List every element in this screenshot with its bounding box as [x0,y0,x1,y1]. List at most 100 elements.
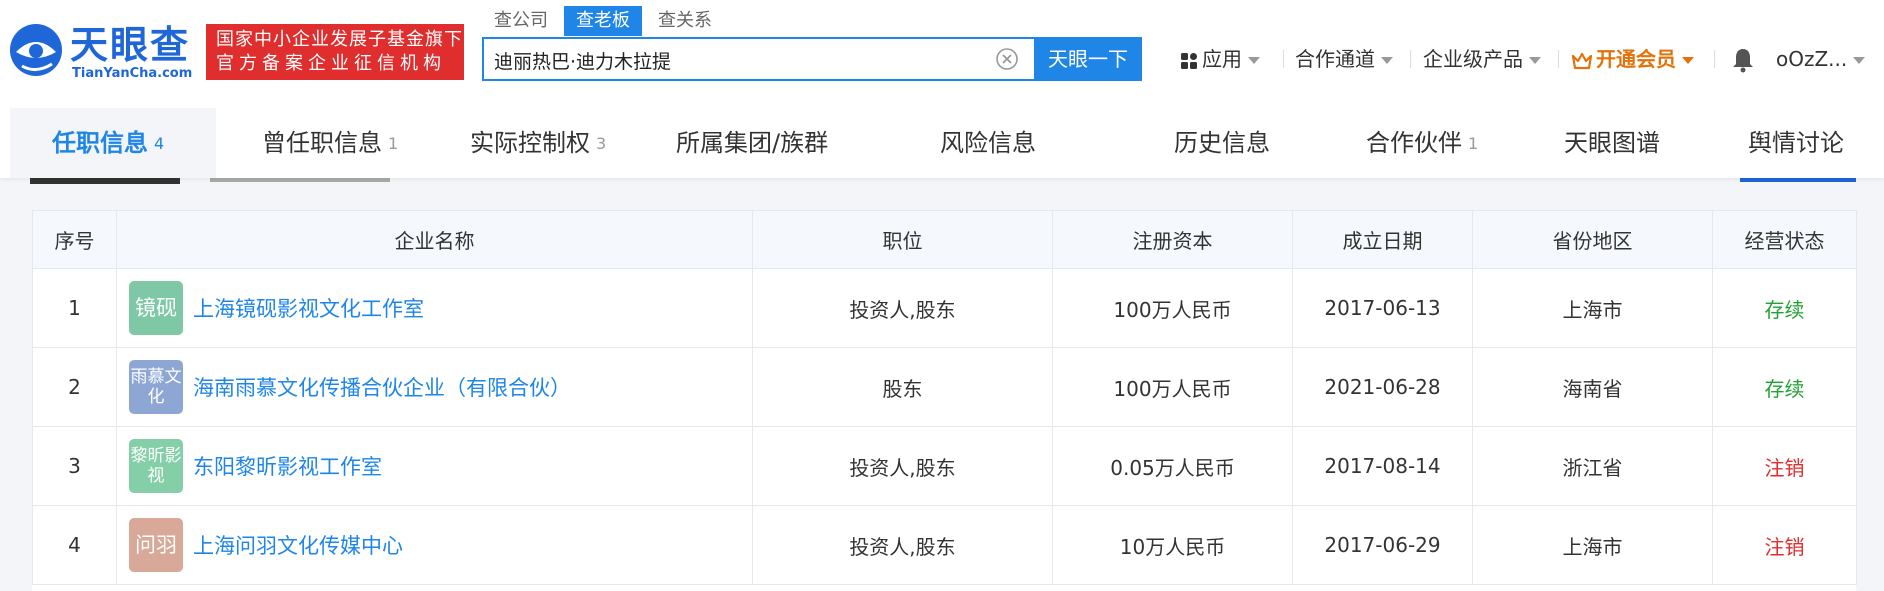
nav-cooperation[interactable]: 合作通道 [1295,44,1393,74]
company-logo[interactable]: 镜砚 [129,281,183,335]
column-header-status: 经营状态 [1712,210,1857,269]
position-cell: 投资人,股东 [752,505,1053,585]
apps-grid-icon [1181,52,1197,69]
position-cell: 股东 [752,347,1053,427]
tab-risk[interactable]: 风险信息 [940,108,1036,178]
tab-partners[interactable]: 合作伙伴 1 [1366,108,1478,178]
user-name: oOzZ... [1776,47,1848,71]
status-cell: 存续 [1712,268,1857,348]
capital-cell: 100万人民币 [1052,268,1293,348]
company-logo[interactable]: 黎昕影视 [129,439,183,493]
nav-divider [1283,50,1284,68]
tab-former-positions[interactable]: 曾任职信息 1 [262,108,398,178]
date-cell: 2017-06-13 [1292,268,1473,348]
row-index: 2 [32,347,117,427]
capital-cell: 0.05万人民币 [1052,426,1293,506]
column-header-capital: 注册资本 [1052,210,1293,269]
search-button[interactable]: 天眼一下 [1034,37,1142,81]
search-tab-company[interactable]: 查公司 [482,6,560,36]
official-banner: 国家中小企业发展子基金旗下 官方备案企业征信机构 [206,24,464,80]
capital-cell: 100万人民币 [1052,347,1293,427]
column-header-date: 成立日期 [1292,210,1473,269]
date-cell: 2017-08-14 [1292,426,1473,506]
logo-domain: TianYanCha.com [72,66,193,81]
nav-enterprise[interactable]: 企业级产品 [1423,44,1541,74]
logo-name: 天眼查 [70,23,191,67]
crown-icon [1571,52,1593,69]
search-tab-relation[interactable]: 查关系 [646,6,724,36]
company-name-link[interactable]: 海南雨慕文化传播合伙企业（有限合伙） [193,372,571,402]
nav-divider [1410,50,1411,68]
clear-icon[interactable] [996,48,1018,70]
tab-count: 3 [596,134,607,153]
status-cell: 存续 [1712,347,1857,427]
tianyancha-logo[interactable]: 天眼查 TianYanCha.com [8,22,198,82]
banner-line-1: 国家中小企业发展子基金旗下 [216,29,463,50]
search-tab-boss[interactable]: 查老板 [564,6,642,36]
status-cell: 注销 [1712,426,1857,506]
tab-label: 舆情讨论 [1748,129,1844,157]
tab-actual-control[interactable]: 实际控制权 3 [470,108,606,178]
table-header-row: 序号 企业名称 职位 注册资本 成立日期 省份地区 经营状态 [32,210,1857,269]
company-logo[interactable]: 问羽 [129,518,183,572]
column-header-position: 职位 [752,210,1053,269]
banner-line-2: 官方备案企业征信机构 [216,53,446,74]
company-name-link[interactable]: 上海镜砚影视文化工作室 [193,293,424,323]
section-tabbar: 任职信息 4 曾任职信息 1 实际控制权 3 所属集团/族群 风险信息 历史信息 合作… [0,108,1884,178]
tab-label: 任职信息 [52,129,148,157]
tab-count: 1 [388,134,399,153]
nav-divider [1558,50,1559,68]
tab-label: 曾任职信息 [262,129,382,157]
tab-label: 所属集团/族群 [676,129,829,157]
nav-vip-label: 开通会员 [1596,47,1676,71]
column-header-company: 企业名称 [116,210,753,269]
tab-count: 1 [1468,134,1479,153]
position-cell: 投资人,股东 [752,426,1053,506]
tab-label: 合作伙伴 [1366,129,1462,157]
chevron-down-icon [1682,57,1694,64]
tab-sentiment[interactable]: 舆情讨论 [1748,108,1844,178]
tab-current-positions[interactable]: 任职信息 4 [52,108,164,178]
company-name-link[interactable]: 上海问羽文化传媒中心 [193,530,403,560]
company-cell: 黎昕影视 东阳黎昕影视工作室 [116,426,753,506]
position-cell: 投资人,股东 [752,268,1053,348]
tab-label: 天眼图谱 [1564,129,1660,157]
bell-icon[interactable] [1731,47,1755,73]
table-row: 2 雨慕文化 海南雨慕文化传播合伙企业（有限合伙） 股东 100万人民币 2021… [32,347,1857,427]
tab-history[interactable]: 历史信息 [1174,108,1270,178]
column-header-region: 省份地区 [1472,210,1713,269]
positions-table: 序号 企业名称 职位 注册资本 成立日期 省份地区 经营状态 1 镜砚 上海镜砚影… [32,210,1857,585]
tab-label: 实际控制权 [470,129,590,157]
nav-user[interactable]: oOzZ... [1776,44,1866,74]
row-index: 4 [32,505,117,585]
nav-vip[interactable]: 开通会员 [1571,44,1694,74]
date-cell: 2017-06-29 [1292,505,1473,585]
date-cell: 2021-06-28 [1292,347,1473,427]
table-row: 4 问羽 上海问羽文化传媒中心 投资人,股东 10万人民币 2017-06-29 … [32,505,1857,585]
nav-apps[interactable]: 应用 [1180,44,1260,74]
search-input[interactable] [494,46,974,74]
tab-count: 4 [154,134,165,153]
tab-group[interactable]: 所属集团/族群 [676,108,828,178]
region-cell: 浙江省 [1472,426,1713,506]
row-index: 3 [32,426,117,506]
capital-cell: 10万人民币 [1052,505,1293,585]
tab-label: 风险信息 [940,129,1036,157]
column-header-index: 序号 [32,210,117,269]
search-box [482,37,1034,81]
company-cell: 镜砚 上海镜砚影视文化工作室 [116,268,753,348]
company-cell: 问羽 上海问羽文化传媒中心 [116,505,753,585]
row-index: 1 [32,268,117,348]
chevron-down-icon [1529,57,1541,64]
region-cell: 上海市 [1472,268,1713,348]
nav-cooperation-label: 合作通道 [1295,47,1375,71]
chevron-down-icon [1853,57,1866,64]
company-name-link[interactable]: 东阳黎昕影视工作室 [193,451,382,481]
table-row: 3 黎昕影视 东阳黎昕影视工作室 投资人,股东 0.05万人民币 2017-08-… [32,426,1857,506]
positions-table-container: 序号 企业名称 职位 注册资本 成立日期 省份地区 经营状态 1 镜砚 上海镜砚影… [32,210,1857,591]
nav-apps-label: 应用 [1202,47,1242,71]
table-row: 1 镜砚 上海镜砚影视文化工作室 投资人,股东 100万人民币 2017-06-1… [32,268,1857,348]
chevron-down-icon [1381,57,1393,64]
company-logo[interactable]: 雨慕文化 [129,360,183,414]
tab-graph[interactable]: 天眼图谱 [1564,108,1660,178]
